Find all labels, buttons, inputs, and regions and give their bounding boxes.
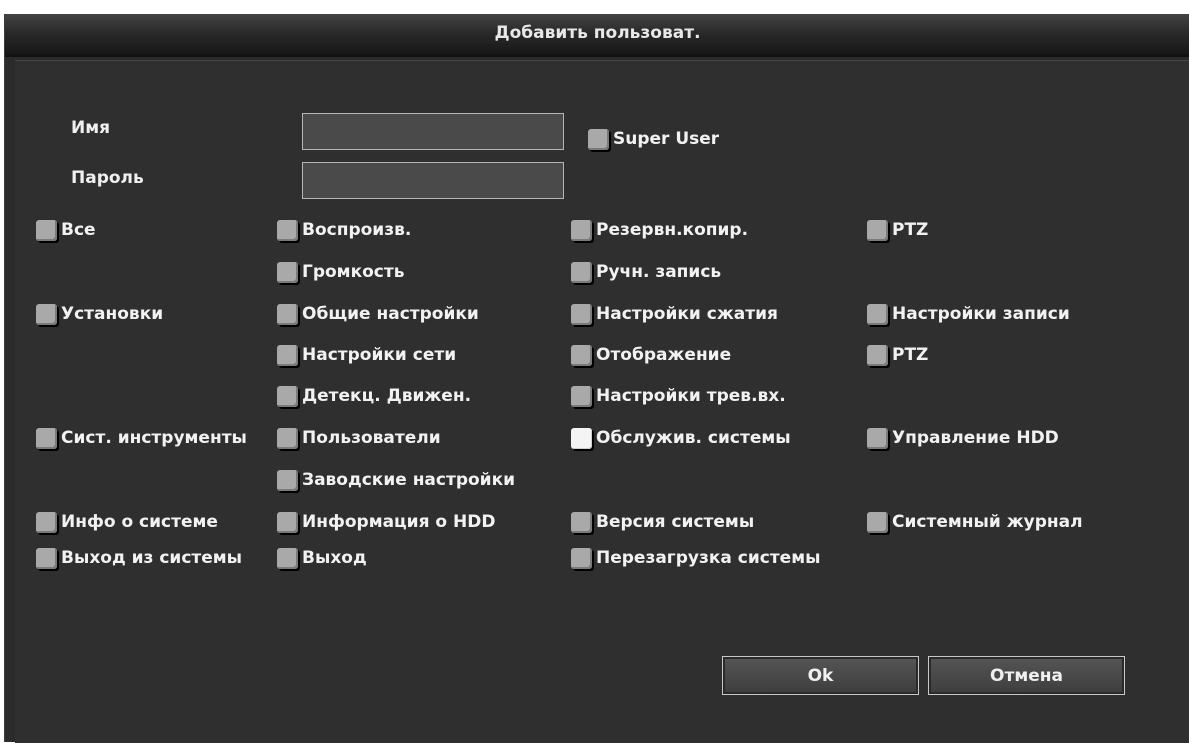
checkbox-label: Выход из системы bbox=[61, 548, 243, 568]
add-user-dialog: Добавить пользоват. Имя Пароль Super Use… bbox=[4, 14, 1189, 743]
checkbox-box bbox=[277, 344, 298, 366]
checkbox-box bbox=[571, 385, 592, 407]
checkbox-box bbox=[277, 547, 298, 569]
checkbox-box bbox=[571, 261, 592, 283]
perm-system-log[interactable]: Системный журнал bbox=[867, 509, 1083, 535]
perm-manual-record[interactable]: Ручн. запись bbox=[571, 259, 721, 285]
perm-system-maintenance[interactable]: Обслужив. системы bbox=[571, 425, 791, 451]
checkbox-label: Системный журнал bbox=[892, 512, 1083, 532]
checkbox-label: PTZ bbox=[892, 345, 929, 365]
password-field[interactable] bbox=[302, 162, 564, 199]
password-input[interactable] bbox=[303, 163, 563, 198]
checkbox-box bbox=[277, 219, 298, 241]
checkbox-label: Общие настройки bbox=[302, 304, 479, 324]
checkbox-label: Резервн.копир. bbox=[596, 220, 749, 240]
checkbox-box bbox=[36, 303, 57, 325]
perm-motion-detect[interactable]: Детекц. Движен. bbox=[277, 383, 471, 409]
checkbox-label: Инфо о системе bbox=[61, 512, 218, 532]
perm-system-version[interactable]: Версия системы bbox=[571, 509, 754, 535]
perm-alarm-input-settings[interactable]: Настройки трев.вх. bbox=[571, 383, 786, 409]
name-label: Имя bbox=[71, 118, 111, 138]
perm-all[interactable]: Все bbox=[36, 217, 96, 243]
dialog-body: Имя Пароль Super User Все Воспроизв. Рез… bbox=[15, 60, 1189, 743]
checkbox-box bbox=[571, 344, 592, 366]
checkbox-label: Установки bbox=[61, 304, 164, 324]
checkbox-label: Ручн. запись bbox=[596, 262, 722, 282]
checkbox-box bbox=[36, 511, 57, 533]
checkbox-box bbox=[571, 511, 592, 533]
perm-playback[interactable]: Воспроизв. bbox=[277, 217, 411, 243]
name-field[interactable] bbox=[302, 113, 564, 150]
perm-logout-group[interactable]: Выход из системы bbox=[36, 545, 276, 571]
checkbox-label: Настройки сжатия bbox=[596, 304, 778, 324]
checkbox-box bbox=[277, 261, 298, 283]
checkbox-label: Настройки трев.вх. bbox=[596, 386, 786, 406]
checkbox-box bbox=[867, 427, 888, 449]
checkbox-box bbox=[36, 219, 57, 241]
checkbox-box bbox=[571, 427, 592, 449]
perm-backup[interactable]: Резервн.копир. bbox=[571, 217, 748, 243]
perm-users[interactable]: Пользователи bbox=[277, 425, 441, 451]
checkbox-label: Все bbox=[61, 220, 96, 240]
checkbox-label: Обслужив. системы bbox=[596, 428, 791, 448]
perm-factory-settings[interactable]: Заводские настройки bbox=[277, 467, 515, 493]
checkbox-label: Информация о HDD bbox=[302, 512, 496, 532]
checkbox-label: Воспроизв. bbox=[302, 220, 412, 240]
perm-hdd-info[interactable]: Информация о HDD bbox=[277, 509, 495, 535]
perm-hdd-management[interactable]: Управление HDD bbox=[867, 425, 1059, 451]
perm-ptz[interactable]: PTZ bbox=[867, 217, 928, 243]
super-user-checkbox[interactable]: Super User bbox=[588, 126, 719, 152]
checkbox-label: Управление HDD bbox=[892, 428, 1059, 448]
checkbox-box bbox=[588, 128, 609, 150]
checkbox-label: Super User bbox=[613, 129, 720, 149]
checkbox-box bbox=[277, 385, 298, 407]
checkbox-box bbox=[277, 469, 298, 491]
perm-system-tools[interactable]: Сист. инструменты bbox=[36, 425, 276, 451]
password-label: Пароль bbox=[71, 168, 144, 188]
checkbox-box bbox=[571, 547, 592, 569]
perm-display[interactable]: Отображение bbox=[571, 342, 731, 368]
checkbox-label: Детекц. Движен. bbox=[302, 386, 472, 406]
checkbox-label: Настройки записи bbox=[892, 304, 1070, 324]
perm-settings[interactable]: Установки bbox=[36, 301, 163, 327]
perm-record-settings[interactable]: Настройки записи bbox=[867, 301, 1070, 327]
checkbox-box bbox=[277, 303, 298, 325]
perm-network-settings[interactable]: Настройки сети bbox=[277, 342, 456, 368]
checkbox-label: Пользователи bbox=[302, 428, 441, 448]
checkbox-label: Перезагрузка системы bbox=[596, 548, 821, 568]
checkbox-label: PTZ bbox=[892, 220, 929, 240]
checkbox-box bbox=[277, 427, 298, 449]
perm-volume[interactable]: Громкость bbox=[277, 259, 404, 285]
checkbox-box bbox=[867, 344, 888, 366]
checkbox-label: Отображение bbox=[596, 345, 732, 365]
cancel-button[interactable]: Отмена bbox=[928, 656, 1125, 695]
checkbox-label: Заводские настройки bbox=[302, 470, 516, 490]
ok-button[interactable]: Ok bbox=[722, 656, 919, 695]
checkbox-label: Настройки сети bbox=[302, 345, 457, 365]
dialog-title: Добавить пользоват. bbox=[5, 14, 1189, 57]
checkbox-box bbox=[571, 219, 592, 241]
name-input[interactable] bbox=[303, 114, 563, 149]
perm-ptz-settings[interactable]: PTZ bbox=[867, 342, 928, 368]
checkbox-label: Сист. инструменты bbox=[61, 428, 247, 448]
checkbox-box bbox=[571, 303, 592, 325]
checkbox-box bbox=[867, 511, 888, 533]
perm-reboot[interactable]: Перезагрузка системы bbox=[571, 545, 820, 571]
perm-system-info[interactable]: Инфо о системе bbox=[36, 509, 276, 535]
checkbox-box bbox=[277, 511, 298, 533]
perm-general-settings[interactable]: Общие настройки bbox=[277, 301, 479, 327]
perm-logout[interactable]: Выход bbox=[277, 545, 367, 571]
checkbox-label: Громкость bbox=[302, 262, 405, 282]
checkbox-box bbox=[36, 547, 57, 569]
checkbox-box bbox=[867, 303, 888, 325]
checkbox-label: Выход bbox=[302, 548, 367, 568]
perm-compression-settings[interactable]: Настройки сжатия bbox=[571, 301, 778, 327]
checkbox-label: Версия системы bbox=[596, 512, 755, 532]
checkbox-box bbox=[867, 219, 888, 241]
checkbox-box bbox=[36, 427, 57, 449]
